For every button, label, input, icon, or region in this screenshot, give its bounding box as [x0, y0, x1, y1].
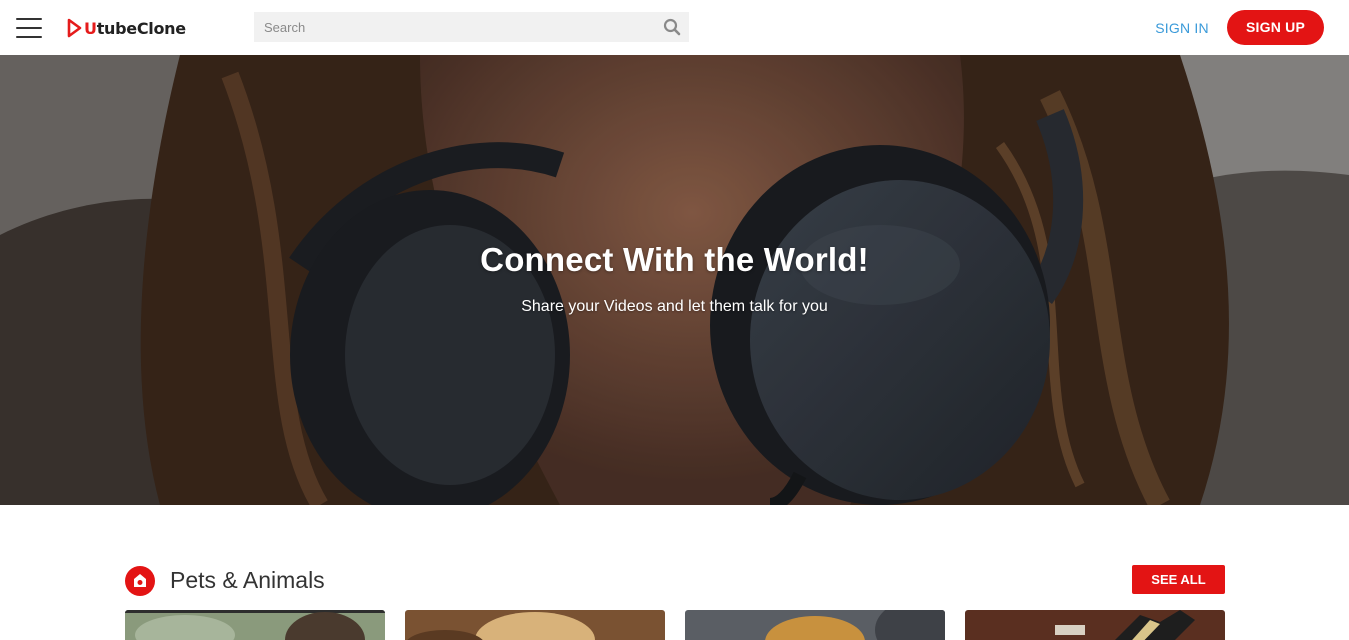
logo-text: UtubeClone [84, 18, 186, 38]
pets-icon [125, 566, 155, 596]
play-logo-icon [67, 18, 82, 38]
see-all-button[interactable]: SEE ALL [1132, 565, 1225, 594]
search-icon[interactable] [663, 18, 681, 36]
video-thumbnail-3[interactable] [685, 610, 945, 640]
hero-banner: Connect With the World! Share your Video… [0, 55, 1349, 505]
search-input[interactable] [254, 12, 654, 42]
video-thumbnail-4[interactable] [965, 610, 1225, 640]
hero-subtitle: Share your Videos and let them talk for … [521, 298, 828, 315]
top-header: UtubeClone SIGN IN SIGN UP [0, 0, 1349, 55]
video-thumbnail-1[interactable] [125, 610, 385, 640]
sign-in-button[interactable]: SIGN IN [1148, 17, 1216, 39]
category-title[interactable]: Pets & Animals [170, 566, 325, 594]
hamburger-menu-icon[interactable] [16, 18, 42, 38]
hero-title: Connect With the World! [480, 241, 869, 278]
video-thumbnail-2[interactable] [405, 610, 665, 640]
hero-background-image [0, 55, 1349, 505]
sign-up-button[interactable]: SIGN UP [1227, 10, 1324, 45]
search-bar [254, 12, 689, 42]
site-logo[interactable]: UtubeClone [67, 16, 186, 40]
